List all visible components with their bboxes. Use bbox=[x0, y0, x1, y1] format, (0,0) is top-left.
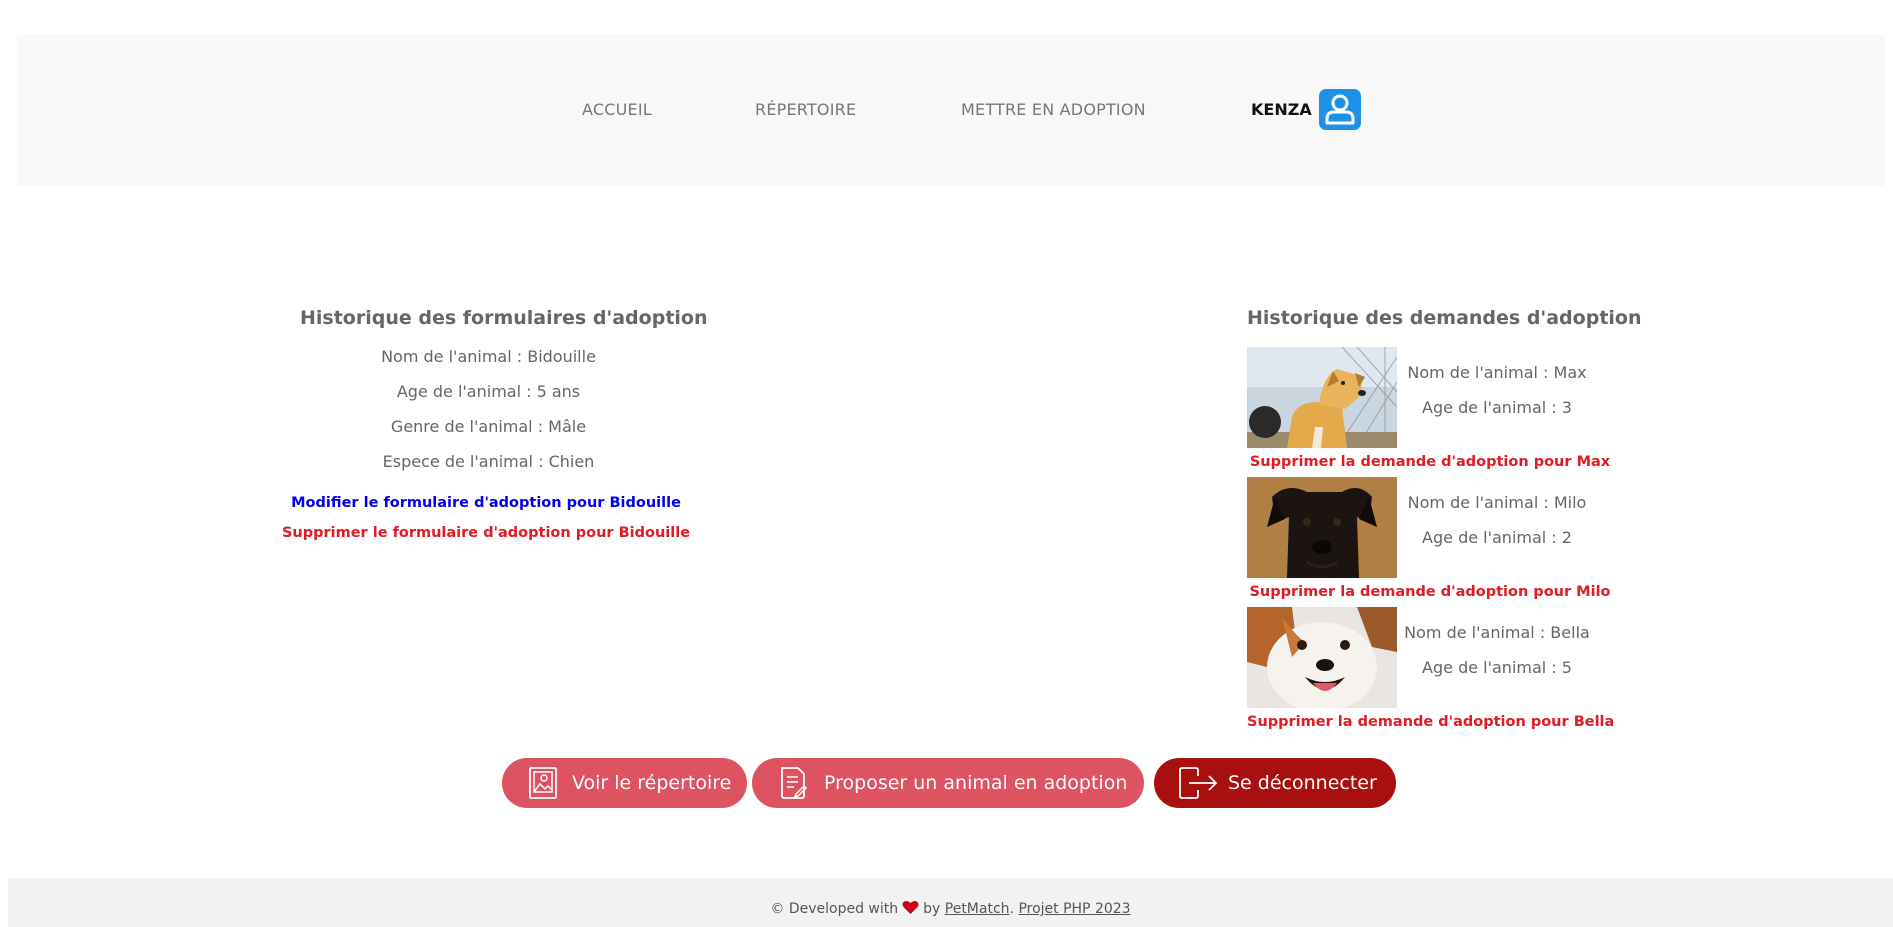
user-profile-icon[interactable] bbox=[1319, 89, 1361, 130]
request-pet-name: Nom de l'animal : Milo bbox=[1407, 493, 1587, 512]
request-pet-age: Age de l'animal : 2 bbox=[1422, 528, 1572, 547]
propose-animal-label: Proposer un animal en adoption bbox=[824, 772, 1128, 794]
request-item-milo: Nom de l'animal : Milo Age de l'animal :… bbox=[1247, 477, 1647, 607]
footer-separator: . bbox=[1009, 901, 1014, 917]
form-pet-species: Espece de l'animal : Chien bbox=[382, 452, 595, 471]
request-pet-name: Nom de l'animal : Max bbox=[1407, 363, 1587, 382]
footer-credits: © Developed with by PetMatch. Projet PHP … bbox=[8, 900, 1893, 920]
navbar bbox=[17, 35, 1885, 186]
propose-animal-button[interactable]: Proposer un animal en adoption bbox=[752, 758, 1144, 808]
nav-link-repertoire[interactable]: RÉPERTOIRE bbox=[755, 100, 856, 120]
request-pet-age: Age de l'animal : 5 bbox=[1422, 658, 1572, 677]
nav-link-accueil[interactable]: ACCUEIL bbox=[582, 100, 652, 120]
delete-request-link-bella[interactable]: Supprimer la demande d'adoption pour Bel… bbox=[1247, 713, 1614, 731]
nav-user-name[interactable]: KENZA bbox=[1251, 100, 1312, 120]
view-directory-button[interactable]: Voir le répertoire bbox=[502, 758, 747, 808]
pet-photo-max bbox=[1247, 347, 1397, 448]
pet-photo-milo bbox=[1247, 477, 1397, 578]
delete-request-link-max[interactable]: Supprimer la demande d'adoption pour Max bbox=[1247, 453, 1613, 471]
request-item-max: Nom de l'animal : Max Age de l'animal : … bbox=[1247, 347, 1647, 477]
requests-history-title: Historique des demandes d'adoption bbox=[1247, 307, 1642, 329]
logout-button[interactable]: Se déconnecter bbox=[1154, 758, 1396, 808]
footer-prefix: © Developed with bbox=[770, 901, 899, 917]
footer: © Developed with by PetMatch. Projet PHP … bbox=[8, 878, 1893, 927]
request-item-bella: Nom de l'animal : Bella Age de l'animal … bbox=[1247, 607, 1647, 737]
delete-form-link[interactable]: Supprimer le formulaire d'adoption pour … bbox=[261, 524, 711, 542]
heart-icon bbox=[902, 900, 919, 920]
nav-link-mettre-en-adoption[interactable]: METTRE EN ADOPTION bbox=[961, 100, 1146, 120]
form-pet-name: Nom de l'animal : Bidouille bbox=[381, 347, 596, 366]
view-directory-label: Voir le répertoire bbox=[572, 772, 732, 794]
image-frame-icon bbox=[526, 766, 560, 800]
project-link[interactable]: Projet PHP 2023 bbox=[1018, 901, 1130, 917]
request-pet-age: Age de l'animal : 3 bbox=[1422, 398, 1572, 417]
document-edit-icon bbox=[778, 766, 808, 800]
petmatch-link[interactable]: PetMatch bbox=[945, 901, 1010, 917]
logout-label: Se déconnecter bbox=[1228, 772, 1377, 794]
edit-form-link[interactable]: Modifier le formulaire d'adoption pour B… bbox=[261, 494, 711, 512]
footer-by: by bbox=[923, 901, 941, 917]
form-pet-age: Age de l'animal : 5 ans bbox=[396, 382, 581, 401]
form-pet-gender: Genre de l'animal : Mâle bbox=[390, 417, 587, 436]
pet-photo-bella bbox=[1247, 607, 1397, 708]
delete-request-link-milo[interactable]: Supprimer la demande d'adoption pour Mil… bbox=[1247, 583, 1613, 601]
forms-history-title: Historique des formulaires d'adoption bbox=[300, 307, 708, 329]
logout-icon bbox=[1178, 767, 1218, 799]
request-pet-name: Nom de l'animal : Bella bbox=[1404, 623, 1590, 642]
